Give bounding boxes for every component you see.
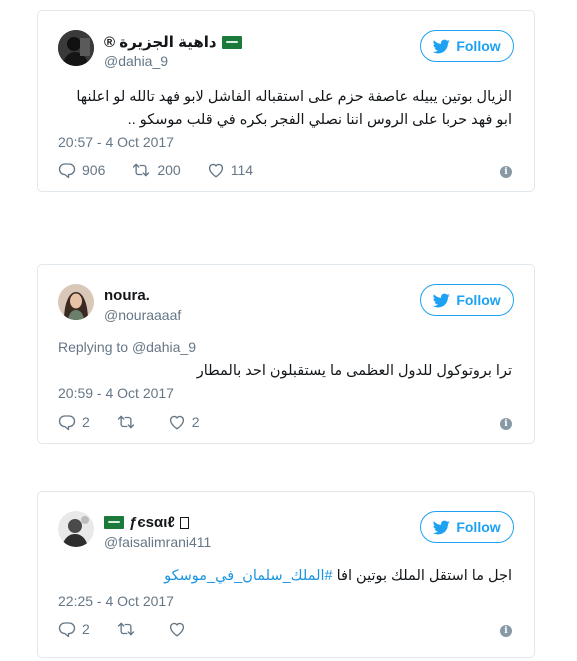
like-button[interactable]: 2 [168,413,200,431]
tweet-card: داهية الجزيرة ® @dahia_9 Follow الزيال ب… [37,10,535,192]
user-handle[interactable]: @nouraaaaf [104,307,181,323]
tweet-actions: 2 [58,620,514,638]
replying-handle-link[interactable]: @dahia_9 [132,339,196,355]
avatar[interactable] [58,30,94,66]
reply-button[interactable]: 2 [58,620,90,638]
follow-button[interactable]: Follow [420,284,514,316]
follow-label: Follow [456,292,501,308]
display-name[interactable]: ƒєѕαιℓ [129,514,175,531]
info-icon[interactable]: i [500,418,512,430]
avatar[interactable] [58,284,94,320]
like-count: 114 [230,162,254,178]
retweet-icon [116,413,136,431]
retweet-icon [116,620,136,638]
reply-icon [58,620,76,638]
like-icon [168,413,186,431]
reply-count: 906 [82,162,106,178]
display-name-row[interactable]: داهية الجزيرة ® [104,33,242,51]
like-button[interactable] [168,620,192,638]
info-icon[interactable]: i [500,625,512,637]
like-icon [168,620,186,638]
retweet-button[interactable]: 200 [131,161,181,179]
tweet-actions: 2 2 [58,413,514,431]
emoji-box-icon [179,516,189,529]
reply-icon [58,161,76,179]
reply-button[interactable]: 2 [58,413,90,431]
like-button[interactable]: 114 [207,161,253,179]
info-icon[interactable]: i [500,166,512,178]
like-icon [207,161,225,179]
tweet-actions: 906 200 114 [58,161,514,179]
hashtag-link[interactable]: #الملك_سلمان_في_موسكو [164,568,332,584]
twitter-bird-icon [433,38,450,55]
display-name-row[interactable]: noura. [104,287,150,304]
timestamp[interactable]: 22:25 - 4 Oct 2017 [58,593,174,609]
follow-button[interactable]: Follow [420,30,514,62]
display-name[interactable]: noura. [104,287,150,304]
replying-prefix: Replying to [58,339,129,355]
twitter-bird-icon [433,292,450,309]
reply-button[interactable]: 906 [58,161,105,179]
display-name-row[interactable]: ƒєѕαιℓ [104,514,189,531]
retweet-icon [131,161,151,179]
reply-icon [58,413,76,431]
user-handle[interactable]: @dahia_9 [104,53,168,69]
saudi-flag-icon [104,516,124,529]
retweet-count: 200 [157,162,181,178]
avatar[interactable] [58,511,94,547]
reply-count: 2 [82,414,90,430]
display-name[interactable]: داهية الجزيرة ® [104,33,217,51]
saudi-flag-icon [221,35,242,49]
follow-button[interactable]: Follow [420,511,514,543]
follow-label: Follow [456,38,501,54]
timestamp[interactable]: 20:57 - 4 Oct 2017 [58,134,174,150]
tweet-card: noura. @nouraaaaf Follow Replying to @da… [37,264,535,444]
user-handle[interactable]: @faisalimrani411 [104,534,211,550]
replying-to: Replying to @dahia_9 [58,339,196,355]
tweet-text: اجل ما استقل الملك بوتين افا #الملك_سلما… [58,565,512,588]
retweet-button[interactable] [116,413,142,431]
reply-count: 2 [82,621,90,637]
follow-label: Follow [456,519,501,535]
tweet-text-prefix: اجل ما استقل الملك بوتين افا [336,568,512,584]
tweet-text: الزيال بوتين يبيله عاصفة حزم على استقبال… [76,89,512,128]
tweet-card: ƒєѕαιℓ @faisalimrani411 Follow اجل ما اس… [37,491,535,658]
timestamp[interactable]: 20:59 - 4 Oct 2017 [58,385,174,401]
twitter-bird-icon [433,519,450,536]
like-count: 2 [191,414,200,430]
retweet-button[interactable] [116,620,142,638]
tweet-text: ترا بروتوكول للدول العظمى ما يستقبلون اح… [196,363,512,379]
